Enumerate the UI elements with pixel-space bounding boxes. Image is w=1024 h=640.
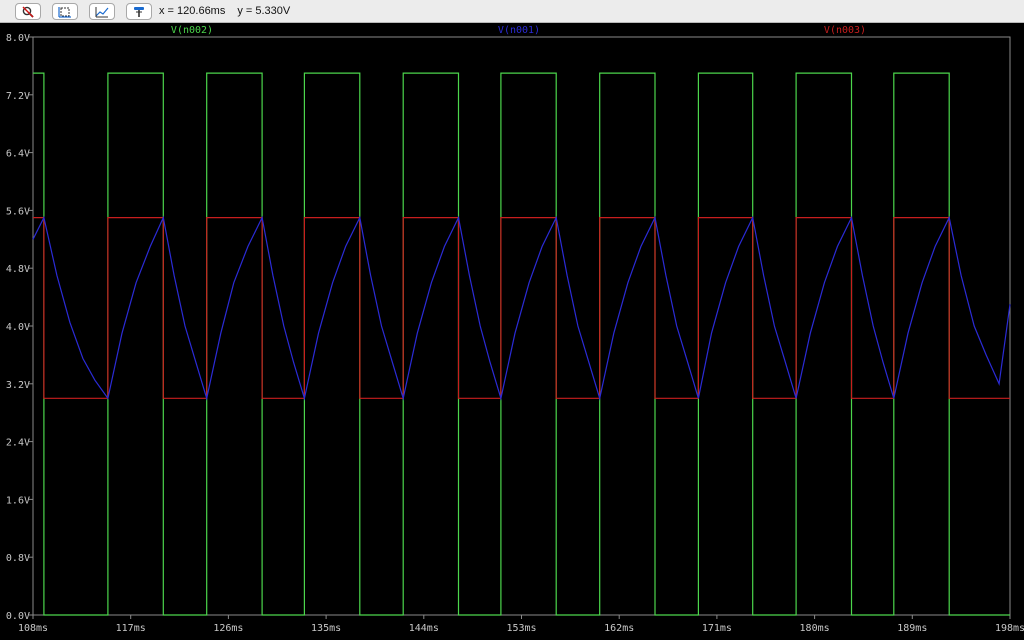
x-tick-label: 135ms bbox=[311, 623, 341, 634]
y-tick-label: 7.2V bbox=[6, 91, 30, 102]
x-tick-label: 189ms bbox=[897, 623, 927, 634]
cursor-y-readout: y = 5.330V bbox=[237, 5, 291, 17]
trace-label[interactable]: V(n003) bbox=[824, 25, 866, 36]
x-tick-label: 162ms bbox=[604, 623, 634, 634]
plot-frame bbox=[32, 36, 1011, 616]
cursor-readout: x = 120.66ms y = 5.330V bbox=[159, 5, 302, 17]
x-tick-label: 180ms bbox=[800, 623, 830, 634]
y-tick-label: 2.4V bbox=[6, 438, 30, 449]
plot-toolbar: x = 120.66ms y = 5.330V bbox=[0, 0, 1024, 23]
y-tick-label: 6.4V bbox=[6, 149, 30, 160]
trace-label[interactable]: V(n002) bbox=[171, 25, 213, 36]
y-tick-label: 5.6V bbox=[6, 206, 30, 217]
waveform-plot[interactable]: 108ms 117ms 126ms 135ms 144ms 153ms 162ms 171ms… bbox=[0, 23, 1024, 640]
y-tick-label: 8.0V bbox=[6, 33, 30, 44]
zoom-box-button[interactable] bbox=[52, 3, 78, 20]
y-tick-label: 4.8V bbox=[6, 264, 30, 275]
trace-label[interactable]: V(n001) bbox=[498, 25, 540, 36]
x-tick-label: 108ms bbox=[18, 623, 48, 634]
autorange-button[interactable] bbox=[15, 3, 41, 20]
zoom-to-fit-button[interactable] bbox=[89, 3, 115, 20]
series-line-vn001 bbox=[32, 215, 1011, 401]
series-line-vn002 bbox=[33, 72, 1010, 616]
x-tick-label: 144ms bbox=[409, 623, 439, 634]
plot-border bbox=[32, 36, 1011, 616]
y-tick-label: 3.2V bbox=[6, 380, 30, 391]
x-tick-label: 117ms bbox=[116, 623, 146, 634]
x-tick-label: 126ms bbox=[213, 623, 243, 634]
y-tick-label: 0.8V bbox=[6, 553, 30, 564]
x-tick-label: 198ms bbox=[995, 623, 1024, 634]
probe-button[interactable] bbox=[126, 3, 152, 20]
probe-icon bbox=[134, 6, 144, 17]
zoom-box-icon bbox=[58, 6, 71, 18]
y-tick-label: 0.0V bbox=[6, 611, 30, 622]
series-layer bbox=[32, 72, 1011, 616]
zoom-fit-icon bbox=[95, 6, 109, 17]
y-tick-label: 1.6V bbox=[6, 495, 30, 506]
x-tick-label: 153ms bbox=[506, 623, 536, 634]
cursor-x-readout: x = 120.66ms bbox=[159, 5, 226, 17]
magnifier-cross-icon bbox=[22, 6, 34, 18]
y-tick-label: 4.0V bbox=[6, 322, 30, 333]
trace-labels: V(n002) V(n001) V(n003) bbox=[171, 25, 866, 36]
x-tick-label: 171ms bbox=[702, 623, 732, 634]
